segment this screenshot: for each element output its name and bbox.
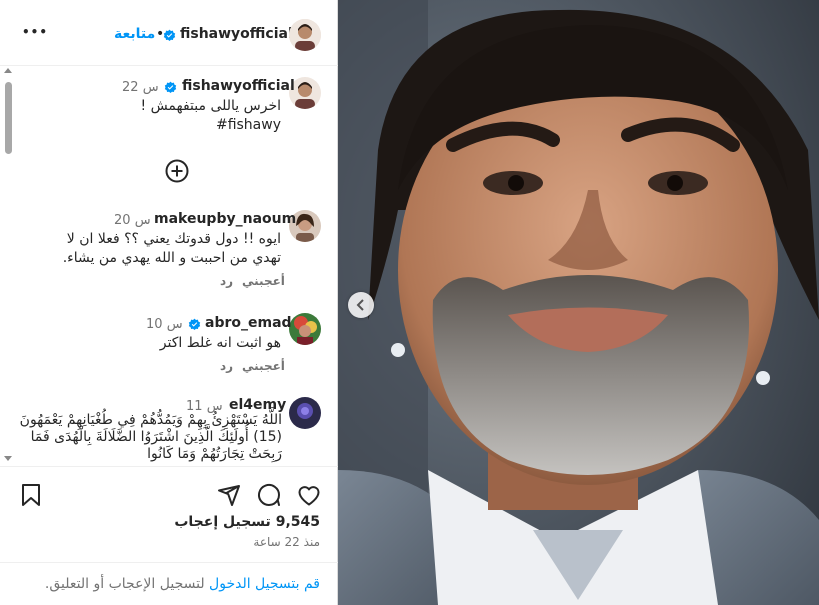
like-comment-button[interactable]: أعجبني [242,274,285,288]
load-more-comments-icon[interactable] [165,159,189,183]
comment-username[interactable]: el4emy [229,397,286,413]
verified-badge-icon [163,29,176,42]
previous-image-button[interactable] [348,292,374,318]
divider [0,466,338,467]
comment-time: 10 س [146,317,183,332]
verified-badge-icon [188,318,201,331]
portrait-image [338,0,819,605]
caption-body: اخرس ياللى مبتفهمش ! [140,98,281,114]
comment-clip: 11 س el4emy اللَّهُ يَسْتَهْزِئُ بِهِمْ … [0,392,338,464]
comment-text: ايوه !! دول قدوتك يعني ؟؟ فعلا ان لا تهد… [41,230,281,268]
comment-body: هو اثبت انه غلط اكتر [159,335,281,351]
likes-label: تسجيل إعجاب [174,514,271,530]
more-options-icon[interactable]: ••• [22,25,48,39]
follow-button[interactable]: متابعة [114,26,155,42]
comment-avatar[interactable] [289,313,321,345]
caption-time: 22 س [122,80,159,95]
post-sidebar: ••• متابعة • fishawyofficial 22 س fishaw… [0,0,338,605]
caption-header: 22 س fishawyofficial [122,78,295,98]
login-text: لتسجيل الإعجاب أو التعليق. [44,576,210,592]
like-icon[interactable] [297,484,321,506]
reply-button[interactable]: رد [220,359,233,373]
comment-body: ايوه !! دول قدوتك يعني ؟؟ فعلا ان لا تهد… [62,231,281,266]
caption-username[interactable]: fishawyofficial [182,78,295,94]
post-header: ••• متابعة • fishawyofficial [0,0,338,66]
caption-text: اخرس ياللى مبتفهمش ! #fishawy [61,97,281,135]
comment-body: اللَّهُ يَسْتَهْزِئُ بِهِمْ وَيَمُدُّهُم… [19,412,282,462]
header-avatar[interactable] [289,19,321,51]
bookmark-icon[interactable] [20,483,42,507]
post-actions [0,480,338,510]
divider [0,562,338,563]
share-icon[interactable] [217,483,241,507]
comment-text: هو اثبت انه غلط اكتر [81,334,281,353]
comment-text: اللَّهُ يَسْتَهْزِئُ بِهِمْ وَيَمُدُّهُم… [14,412,282,463]
login-prompt: قم بتسجيل الدخول لتسجيل الإعجاب أو التعل… [45,576,320,592]
caption-hashtag[interactable]: #fishawy [61,116,281,135]
post-image [338,0,819,605]
comment-username[interactable]: makeupby_naoum [154,211,296,227]
chevron-left-icon [356,299,364,311]
header-username[interactable]: fishawyofficial [180,26,293,42]
comment-time: 20 س [114,213,151,228]
comment-header: 10 س abro_emad [146,315,292,333]
comment-avatar[interactable] [289,397,321,429]
like-comment-button[interactable]: أعجبني [242,359,285,373]
likes-count: 9,545 [275,514,320,530]
comment-header: 20 س makeupby_naoum [114,211,296,229]
post-time: منذ 22 ساعة [253,535,320,549]
likes-count-row[interactable]: 9,545 تسجيل إعجاب [174,514,320,530]
comment-icon[interactable] [257,483,281,507]
verified-badge-icon [164,81,177,94]
login-link[interactable]: قم بتسجيل الدخول [209,576,320,592]
reply-button[interactable]: رد [220,274,233,288]
comment-username[interactable]: abro_emad [205,315,292,331]
